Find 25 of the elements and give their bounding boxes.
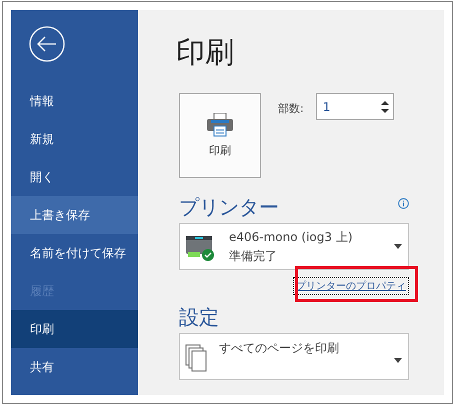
printer-dropdown[interactable]: e406-mono (iog3 上) 準備完了: [179, 223, 409, 270]
print-range-text: すべてのページを印刷: [219, 340, 340, 357]
dropdown-caret-icon: [394, 358, 402, 363]
page-title: 印刷: [176, 34, 235, 71]
sidebar-item[interactable]: 名前を付けて保存: [11, 234, 138, 272]
sidebar-item[interactable]: 新規: [11, 120, 138, 158]
printer-heading: プリンター: [179, 194, 279, 220]
printer-name: e406-mono (iog3 上): [229, 228, 354, 246]
printer-status: 準備完了: [229, 248, 278, 264]
sidebar-item[interactable]: 開く: [11, 158, 138, 196]
settings-heading: 設定: [179, 304, 219, 330]
printer-icon: [207, 113, 233, 137]
print-range-dropdown[interactable]: すべてのページを印刷: [179, 333, 409, 380]
pages-icon: [185, 344, 207, 372]
printer-properties-link[interactable]: プリンターのプロパティ: [294, 278, 408, 294]
sidebar-item[interactable]: 情報: [11, 82, 138, 120]
sidebar-item[interactable]: 共有: [11, 348, 138, 386]
copies-label: 部数:: [278, 101, 304, 116]
sidebar-item[interactable]: 上書き保存: [11, 196, 138, 234]
print-button[interactable]: 印刷: [179, 93, 261, 178]
spinner-arrows-icon[interactable]: [380, 100, 389, 114]
copies-spinner[interactable]: 1: [316, 93, 394, 120]
sidebar-item[interactable]: 印刷: [11, 310, 138, 348]
info-icon[interactable]: [398, 198, 409, 208]
dropdown-caret-icon: [394, 244, 402, 249]
